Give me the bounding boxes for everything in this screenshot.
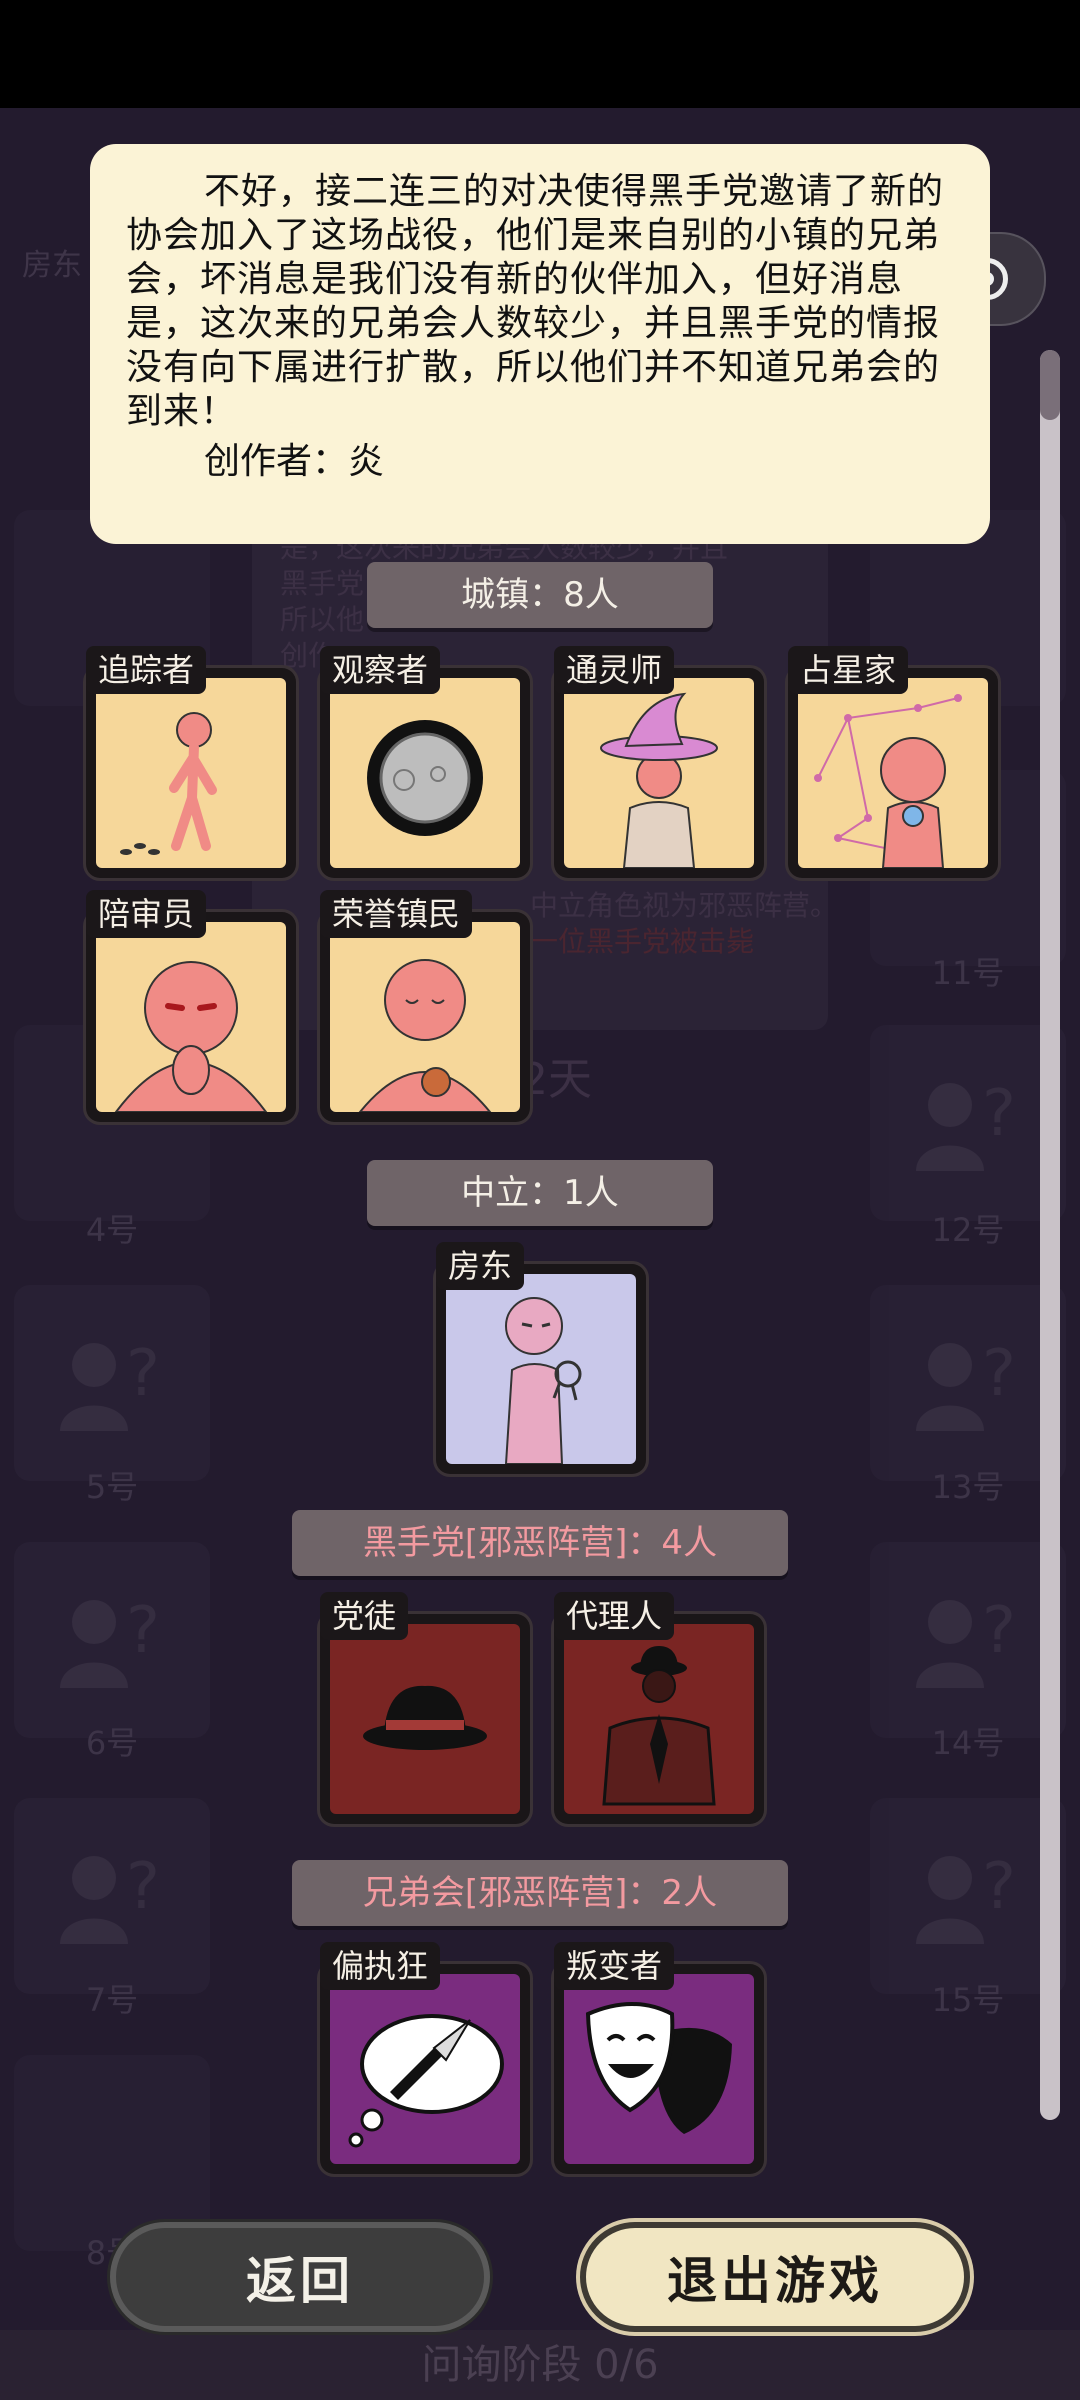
back-button[interactable]: 返回 [110,2222,490,2332]
player-seat: ? [14,1798,210,1994]
role-card-paranoid[interactable]: 偏执狂 [320,1942,530,2174]
panel-hint: 中立角色视为邪恶阵营。 [530,889,839,922]
role-name: 荣誉镇民 [320,890,473,938]
role-art [330,678,520,868]
scrollbar-thumb[interactable] [1040,350,1060,420]
player-seat: ? [14,1542,210,1738]
landlord-keys-icon [504,1297,582,1464]
player-seat: ? [870,1025,1066,1221]
phase-indicator: 问询阶段 0/6 [421,2342,659,2388]
story-text: 不好，接二连三的对决使得黑手党邀请了新的协会加入了这场战役，他们是来自别的小镇的… [126,171,945,432]
witch-hat-icon [600,692,718,868]
unknown-player-icon: ? [916,1337,1016,1431]
status-bar [0,0,1080,108]
role-name: 代理人 [554,1592,675,1640]
exit-game-button[interactable]: 退出游戏 [580,2222,970,2332]
unknown-player-icon: ? [60,1594,160,1688]
unknown-player-icon: ? [916,1850,1016,1944]
role-name: 观察者 [320,646,441,694]
seat-number: 13号 [931,1468,1005,1506]
seat-number: 14号 [931,1724,1005,1762]
theater-masks-icon [585,2002,732,2134]
seat-number: 4号 [85,1211,139,1249]
constellation-icon [814,694,962,868]
role-art [96,678,286,868]
role-art [564,678,754,868]
role-name: 房东 [436,1242,525,1290]
seat-number: 6号 [85,1724,139,1762]
role-card-honored-townsman[interactable]: 荣誉镇民 [320,890,530,1122]
unknown-player-icon: ? [60,1337,160,1431]
seat-number: 15号 [931,1981,1005,2019]
player-seat: ? [14,1285,210,1481]
role-name: 党徒 [320,1592,409,1640]
svg-text:?: ? [126,1850,160,1924]
role-card-tracker[interactable]: 追踪者 [86,646,296,878]
seat-number: 5号 [85,1468,139,1506]
suit-man-icon [602,1646,716,1806]
panel-text: 所以他 [280,603,365,636]
unknown-player-icon: ? [60,1850,160,1944]
svg-text:?: ? [982,1077,1016,1151]
role-card-landlord[interactable]: 房东 [436,1242,646,1474]
mafia-header: 黑手党[邪恶阵营]：4人 [292,1510,788,1576]
unknown-player-icon: ? [916,1594,1016,1688]
svg-text:?: ? [126,1337,160,1411]
role-art [446,1274,636,1464]
role-card-medium[interactable]: 通灵师 [554,646,764,878]
player-seat: ? [870,1285,1066,1481]
fedora-icon [363,1685,487,1750]
seat-number: 7号 [85,1981,139,2019]
role-name: 通灵师 [554,646,675,694]
panel-day: 2天 [520,1054,592,1105]
panel-text: 黑手党 [280,567,365,600]
role-art [330,1624,520,1814]
seat-number: 11号 [931,954,1005,992]
scrollbar[interactable] [1040,350,1060,2120]
medal-icon [358,959,492,1112]
role-card-observer[interactable]: 观察者 [320,646,530,878]
tracker-icon [120,712,217,855]
role-name: 占星家 [788,646,909,694]
role-card-traitor[interactable]: 叛变者 [554,1942,764,2174]
seat-number: 12号 [931,1211,1005,1249]
role-name: 追踪者 [86,646,207,694]
role-art [96,922,286,1112]
panel-win-condition: 一位黑手党被击毙 [530,925,755,958]
svg-text:?: ? [982,1594,1016,1668]
role-card-astrologer[interactable]: 占星家 [788,646,998,878]
role-art [330,922,520,1112]
juror-icon [114,961,268,1112]
svg-text:?: ? [982,1337,1016,1411]
seat-role-label: 房东 [22,248,82,283]
role-name: 叛变者 [554,1942,675,1990]
role-name: 偏执狂 [320,1942,441,1990]
unknown-player-icon: ? [916,1077,1016,1171]
brotherhood-header: 兄弟会[邪恶阵营]：2人 [292,1860,788,1926]
role-card-consigliere[interactable]: 代理人 [554,1592,764,1824]
player-seat: ? [870,1798,1066,1994]
role-card-juror[interactable]: 陪审员 [86,890,296,1122]
role-name: 陪审员 [86,890,207,938]
role-art [798,678,988,868]
role-art [330,1974,520,2164]
neutral-header: 中立：1人 [367,1160,713,1226]
crystal-ball-icon [367,720,483,836]
story-dialog: 不好，接二连三的对决使得黑手党邀请了新的协会加入了这场战役，他们是来自别的小镇的… [90,144,990,544]
player-seat: ? [870,1542,1066,1738]
story-author: 创作者：炎 [204,441,385,482]
role-art [564,1974,754,2164]
town-header: 城镇：8人 [367,562,713,628]
role-card-mafioso[interactable]: 党徒 [320,1592,530,1824]
role-art [564,1624,754,1814]
svg-text:?: ? [126,1594,160,1668]
svg-text:?: ? [982,1850,1016,1924]
knife-thought-icon [348,2014,504,2148]
